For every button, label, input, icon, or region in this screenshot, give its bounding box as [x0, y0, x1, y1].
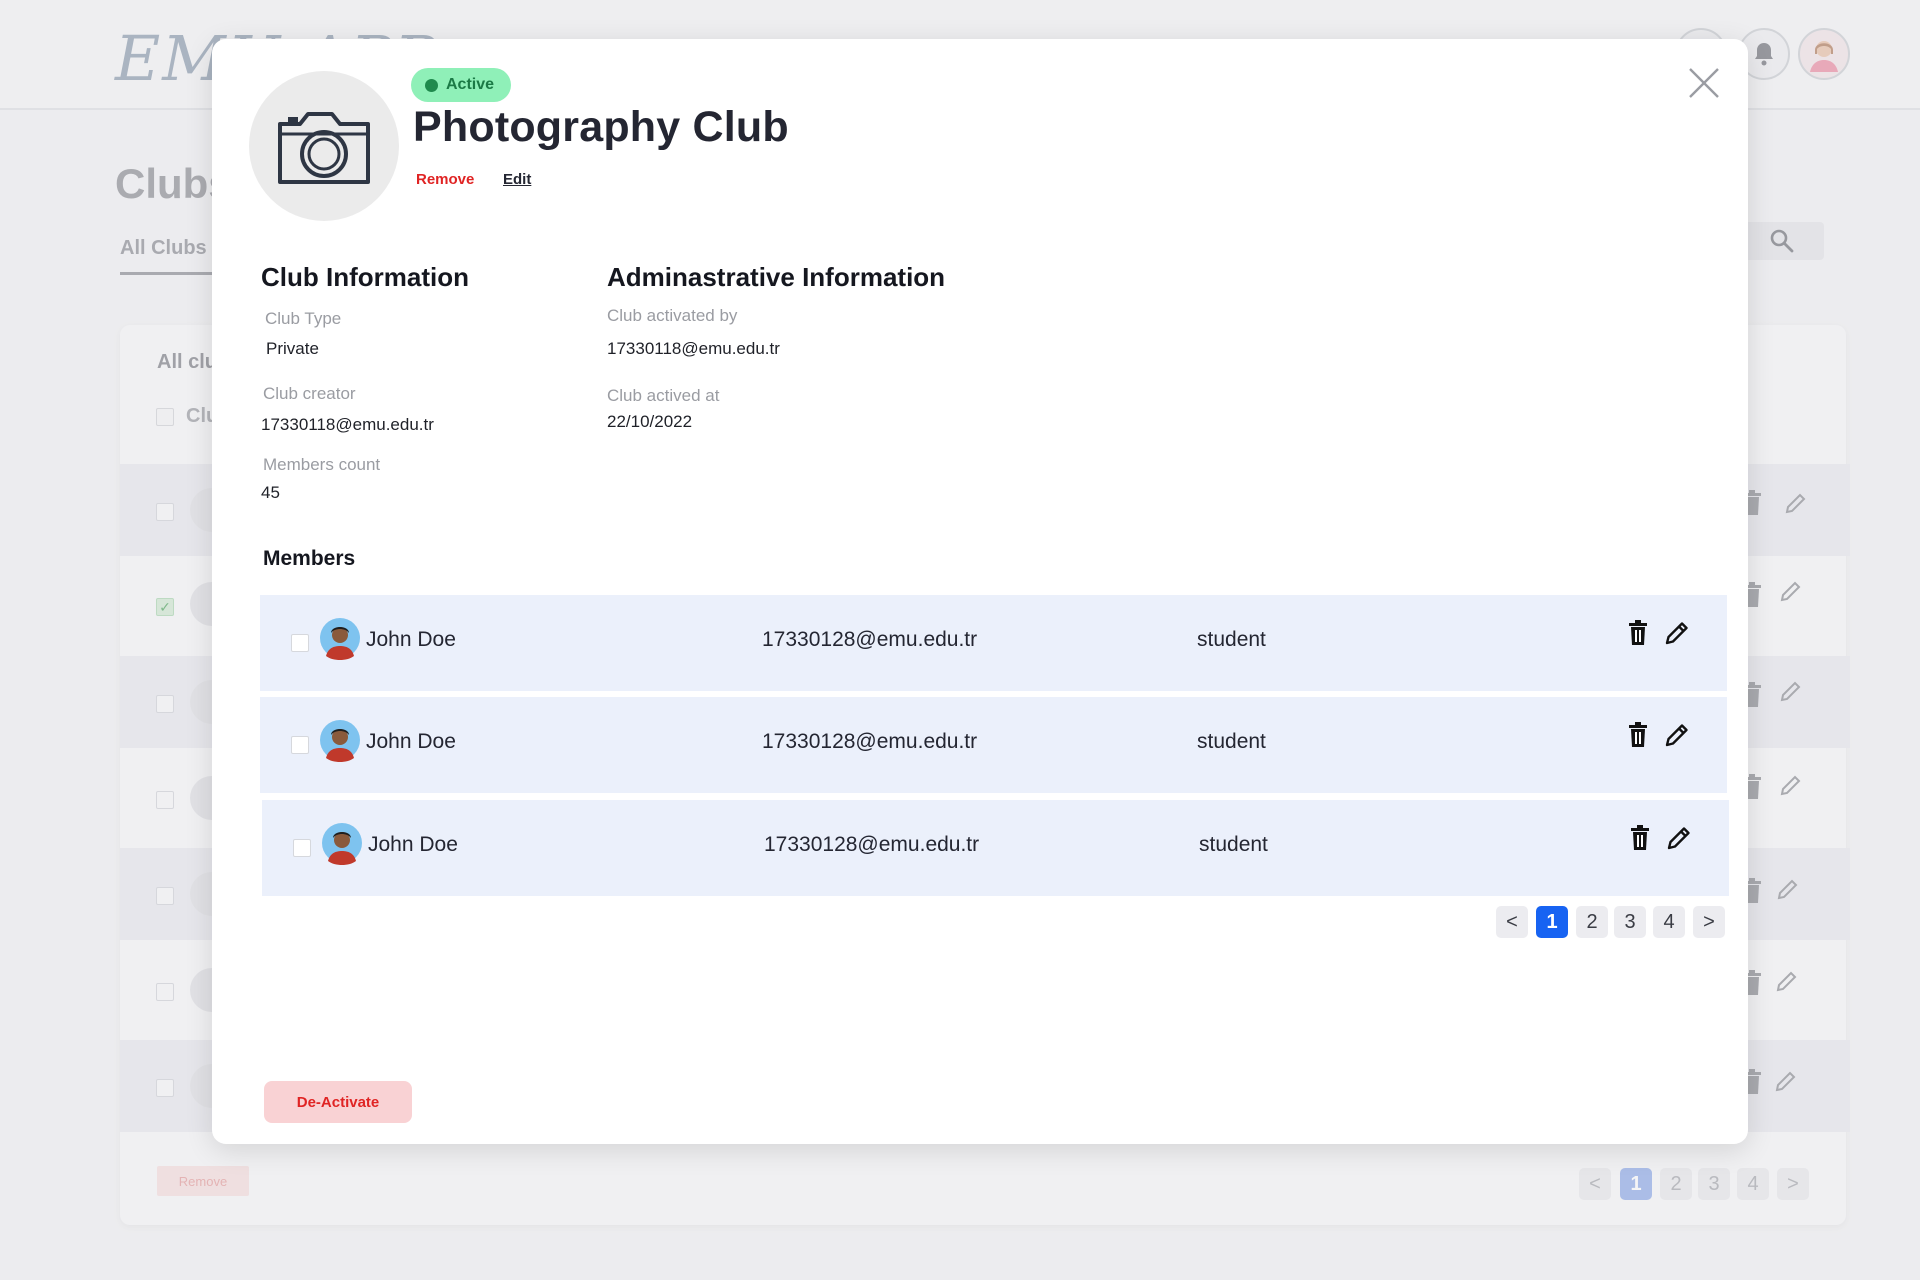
- club-creator-value: 17330118@emu.edu.tr: [261, 415, 434, 434]
- member-checkbox[interactable]: [291, 634, 309, 652]
- member-email: 17330128@emu.edu.tr: [762, 628, 978, 651]
- pencil-icon[interactable]: [1662, 618, 1692, 648]
- trash-icon[interactable]: [1623, 720, 1653, 750]
- club-creator-label: Club creator: [263, 384, 356, 403]
- member-avatar: [320, 618, 360, 660]
- remove-club-link[interactable]: Remove: [416, 171, 474, 188]
- activated-by-label: Club activated by: [607, 306, 738, 325]
- page-button-4[interactable]: 4: [1653, 906, 1685, 938]
- member-name: John Doe: [368, 833, 458, 856]
- page-button-1[interactable]: 1: [1536, 906, 1568, 938]
- club-type-value: Private: [266, 339, 319, 358]
- member-avatar: [320, 720, 360, 762]
- member-avatar: [322, 823, 362, 865]
- admin-information-heading: Adminastrative Information: [607, 262, 946, 292]
- member-email: 17330128@emu.edu.tr: [762, 730, 978, 753]
- chevron-left-icon[interactable]: <: [1496, 906, 1528, 938]
- deactivate-button[interactable]: De-Activate: [264, 1081, 412, 1123]
- club-type-label: Club Type: [265, 309, 342, 328]
- page-button-3[interactable]: 3: [1614, 906, 1646, 938]
- pencil-icon[interactable]: [1664, 823, 1694, 853]
- member-name: John Doe: [366, 628, 456, 651]
- pencil-icon[interactable]: [1662, 720, 1692, 750]
- member-role: student: [1197, 628, 1266, 651]
- status-dot-icon: [425, 78, 438, 92]
- club-information-heading: Club Information: [261, 262, 469, 292]
- status-badge: Active: [411, 68, 512, 102]
- status-label: Active: [446, 76, 495, 93]
- close-icon: [1689, 68, 1719, 98]
- club-avatar: [249, 71, 399, 221]
- page-button-2[interactable]: 2: [1576, 906, 1608, 938]
- members-count-label: Members count: [263, 455, 381, 474]
- member-email: 17330128@emu.edu.tr: [764, 833, 980, 856]
- trash-icon[interactable]: [1625, 823, 1655, 853]
- club-title: Photography Club: [413, 103, 789, 151]
- trash-icon[interactable]: [1623, 618, 1653, 648]
- member-checkbox[interactable]: [293, 839, 311, 857]
- member-role: student: [1197, 730, 1266, 753]
- camera-icon: [278, 112, 370, 184]
- member-checkbox[interactable]: [291, 736, 309, 754]
- activated-at-value: 22/10/2022: [607, 412, 693, 431]
- member-row[interactable]: John Doe 17330128@emu.edu.tr student: [262, 800, 1729, 896]
- activated-by-value: 17330118@emu.edu.tr: [607, 339, 780, 358]
- member-role: student: [1199, 833, 1268, 856]
- close-button[interactable]: [1684, 63, 1724, 103]
- members-count-value: 45: [261, 483, 280, 502]
- club-details-modal: Active Photography Club Remove Edit Club…: [212, 39, 1748, 1144]
- member-row[interactable]: John Doe 17330128@emu.edu.tr student: [260, 595, 1727, 691]
- edit-club-link[interactable]: Edit: [503, 171, 531, 188]
- member-name: John Doe: [366, 730, 456, 753]
- members-heading: Members: [263, 547, 356, 570]
- activated-at-label: Club actived at: [607, 386, 720, 405]
- chevron-right-icon[interactable]: >: [1693, 906, 1725, 938]
- member-row[interactable]: John Doe 17330128@emu.edu.tr student: [260, 697, 1727, 793]
